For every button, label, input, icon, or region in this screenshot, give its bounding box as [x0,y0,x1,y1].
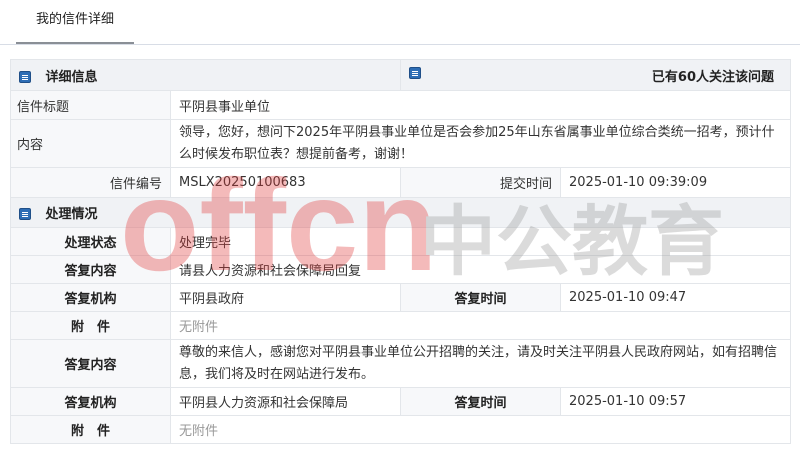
reply-org: 平阴县政府 [169,283,402,312]
reply-org: 平阴县人力资源和社会保障局 [169,387,402,416]
letter-content: 领导，您好，想问下2025年平阴县事业单位是否会参加25年山东省属事业单位综合类… [169,119,792,168]
reply-content: 请县人力资源和社会保障局回复 [169,255,792,284]
reply-time: 2025-01-10 09:57 [560,387,792,416]
number-label: 信件编号 [10,167,171,198]
submit-time-label: 提交时间 [400,167,562,198]
content-row: 内容 领导，您好，想问下2025年平阴县事业单位是否会参加25年山东省属事业单位… [10,119,792,168]
reply-org-row: 答复机构 平阴县人力资源和社会保障局 答复时间 2025-01-10 09:57 [10,387,792,416]
document-icon [409,66,422,79]
process-status: 处理完毕 [169,227,792,256]
processing-section-title: 处理情况 [45,207,98,222]
reply-org-row: 答复机构 平阴县政府 答复时间 2025-01-10 09:47 [10,283,792,312]
letter-detail-panel: 详细信息 已有60人关注该问题 信件标题 平阴县事业单位 内容 领导，您好，想问… [9,59,792,444]
detail-section-title: 详细信息 [45,69,98,85]
followers-count: 已有60人关注该问题 [651,69,775,85]
detail-table: 详细信息 已有60人关注该问题 信件标题 平阴县事业单位 内容 领导，您好，想问… [9,59,792,444]
status-row: 处理状态 处理完毕 [10,227,792,256]
attachment-value: 无附件 [169,311,792,340]
document-icon [19,70,31,83]
reply-content-label: 答复内容 [10,339,171,388]
letter-title: 平阴县事业单位 [169,90,792,120]
title-row: 信件标题 平阴县事业单位 [10,90,792,120]
reply-content-row: 答复内容 请县人力资源和社会保障局回复 [10,255,792,284]
content-label: 内容 [10,119,171,168]
title-label: 信件标题 [10,90,171,120]
tab-my-letter-detail[interactable]: 我的信件详细 [16,0,134,44]
attachment-row: 附 件 无附件 [10,415,792,444]
document-icon [19,208,31,220]
number-row: 信件编号 MSLX20250100683 提交时间 2025-01-10 09:… [10,167,792,198]
letter-number: MSLX20250100683 [169,167,402,198]
status-label: 处理状态 [10,227,171,256]
reply-time-label: 答复时间 [400,283,562,312]
attachment-row: 附 件 无附件 [10,311,792,340]
reply-content-row: 答复内容 尊敬的来信人，感谢您对平阴县事业单位公开招聘的关注，请及时关注平阴县人… [10,339,792,388]
reply-content: 尊敬的来信人，感谢您对平阴县事业单位公开招聘的关注，请及时关注平阴县人民政府网站… [169,339,792,388]
attachment-label: 附 件 [10,311,171,340]
reply-time: 2025-01-10 09:47 [560,283,792,312]
reply-org-label: 答复机构 [10,387,171,416]
reply-time-label: 答复时间 [400,387,562,416]
submit-time: 2025-01-10 09:39:09 [560,167,792,198]
processing-section-header: 处理情况 [9,197,792,228]
tab-bar: 我的信件详细 [0,0,800,45]
detail-section-header: 详细信息 已有60人关注该问题 [9,59,792,91]
attachment-value: 无附件 [169,415,792,444]
reply-org-label: 答复机构 [10,283,171,312]
reply-content-label: 答复内容 [10,255,171,284]
attachment-label: 附 件 [10,415,171,444]
